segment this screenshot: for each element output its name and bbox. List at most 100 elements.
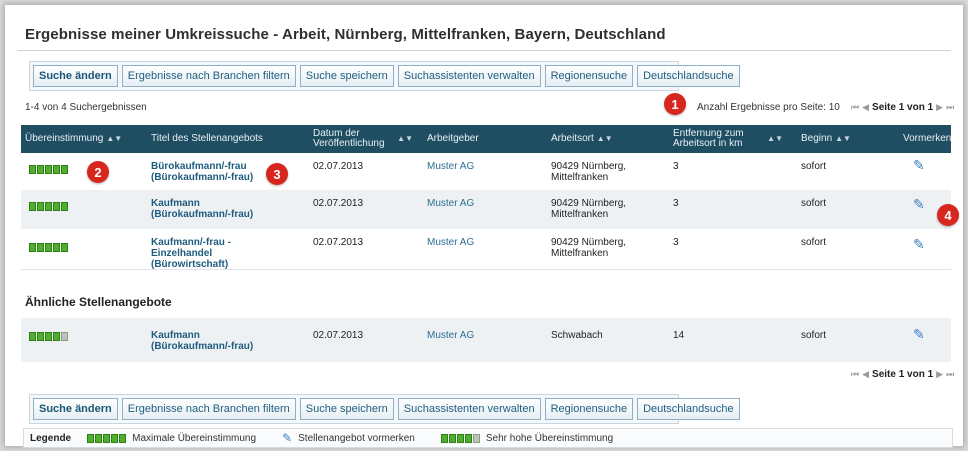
prev-page-icon[interactable]: ◀ [862, 102, 869, 113]
germany-search-button[interactable]: Deutschlandsuche [637, 398, 740, 420]
match-bar [29, 202, 36, 211]
region-search-button[interactable]: Regionensuche [544, 398, 634, 420]
header-location[interactable]: Arbeitsort ▲▼ [551, 125, 613, 153]
last-page-icon[interactable]: ⏭ [946, 369, 954, 380]
pager-top: ⏮ ◀ Seite 1 von 1 ▶ ⏭ [851, 102, 954, 113]
distance-km: 14 [673, 330, 685, 341]
employer-link[interactable]: Muster AG [427, 161, 474, 172]
manage-search-assistants-button[interactable]: Suchassistenten verwalten [397, 398, 541, 420]
start-date: sofort [801, 198, 827, 209]
job-location: 90429 Nürnberg, Mittelfranken [551, 198, 627, 220]
match-bar [87, 433, 95, 443]
start-date: sofort [801, 237, 827, 248]
match-bar-empty [472, 433, 480, 443]
match-bar [119, 433, 127, 443]
header-title: Titel des Stellenangebots [151, 125, 263, 153]
header-location-label: Arbeitsort [551, 133, 594, 144]
edit-search-button[interactable]: Suche ändern [33, 398, 118, 420]
sort-arrows-icon[interactable]: ▲▼ [397, 134, 413, 144]
legend-item-high-match: Sehr hohe Übereinstimmung [440, 432, 614, 444]
distance-km: 3 [673, 237, 679, 248]
toolbar-bottom: Suche ändern Ergebnisse nach Branchen fi… [33, 394, 740, 424]
match-bar [61, 202, 68, 211]
similar-jobs-heading: Ähnliche Stellenangebote [25, 295, 172, 309]
filter-by-industry-button[interactable]: Ergebnisse nach Branchen filtern [121, 65, 296, 87]
row-divider [21, 269, 951, 270]
sort-arrows-icon[interactable]: ▲▼ [835, 134, 851, 144]
save-search-button[interactable]: Suche speichern [299, 398, 394, 420]
pin-icon[interactable]: ✎ [913, 158, 925, 172]
header-date[interactable]: Datum der Veröffentlichung ▲▼ [313, 125, 413, 153]
header-bookmark-label: Vormerken [903, 133, 952, 144]
legend: Legende Maximale Übereinstimmung ✎ Stell… [23, 428, 953, 448]
legend-text: Sehr hohe Übereinstimmung [485, 432, 614, 444]
table-header: Übereinstimmung ▲▼ Titel des Stellenange… [21, 125, 951, 153]
match-bar [45, 332, 52, 341]
manage-search-assistants-button[interactable]: Suchassistenten verwalten [397, 65, 541, 87]
header-start-label: Beginn [801, 133, 833, 144]
results-count: 1-4 von 4 Suchergebnissen [25, 102, 147, 113]
header-distance-label: Entfernung zum Arbeitsort in km [673, 128, 744, 149]
match-bar [45, 165, 52, 174]
edit-search-button[interactable]: Suche ändern [33, 65, 118, 87]
header-match[interactable]: Übereinstimmung ▲▼ [25, 125, 122, 153]
legend-item-bookmark: ✎ Stellenangebot vormerken [282, 431, 415, 445]
table-row[interactable]: Bürokaufmann/-frau (Bürokaufmann/-frau) … [21, 153, 951, 190]
prev-page-icon[interactable]: ◀ [862, 369, 869, 380]
results-per-page[interactable]: Anzahl Ergebnisse pro Seite: 10 [697, 102, 840, 113]
legend-item-max-match: Maximale Übereinstimmung [87, 433, 256, 444]
legend-text: Maximale Übereinstimmung [132, 432, 257, 444]
header-distance[interactable]: Entfernung zum Arbeitsort in km ▲▼ [673, 125, 783, 153]
match-bar [53, 332, 60, 341]
job-title-link[interactable]: Kaufmann (Bürokaufmann/-frau) [151, 330, 271, 352]
match-bar [456, 433, 464, 443]
callout-marker-3: 3 [266, 163, 288, 185]
legend-label: Legende [30, 432, 72, 444]
first-page-icon[interactable]: ⏮ [851, 369, 859, 380]
job-location: 90429 Nürnberg, Mittelfranken [551, 237, 627, 259]
job-title-link[interactable]: Bürokaufmann/-frau (Bürokaufmann/-frau) [151, 161, 261, 183]
publication-date: 02.07.2013 [313, 161, 364, 172]
match-bar [61, 165, 68, 174]
title-divider [17, 50, 951, 51]
page-indicator: Seite 1 von 1 [872, 102, 934, 113]
header-employer-label: Arbeitgeber [427, 133, 479, 144]
start-date: sofort [801, 330, 827, 341]
table-row[interactable]: Kaufmann (Bürokaufmann/-frau) 02.07.2013… [21, 190, 951, 229]
sort-arrows-icon[interactable]: ▲▼ [106, 134, 122, 144]
callout-marker-4: 4 [937, 204, 959, 226]
job-title-link[interactable]: Kaufmann/-frau - Einzelhandel (Bürowirts… [151, 237, 291, 270]
match-rating [440, 433, 480, 443]
table-row[interactable]: Kaufmann (Bürokaufmann/-frau) 02.07.2013… [21, 318, 951, 362]
sort-arrows-icon[interactable]: ▲▼ [767, 134, 783, 144]
publication-date: 02.07.2013 [313, 330, 364, 341]
employer-link[interactable]: Muster AG [427, 237, 474, 248]
region-search-button[interactable]: Regionensuche [544, 65, 634, 87]
filter-by-industry-button[interactable]: Ergebnisse nach Branchen filtern [121, 398, 296, 420]
first-page-icon[interactable]: ⏮ [851, 102, 859, 113]
match-bar [103, 433, 111, 443]
distance-km: 3 [673, 161, 679, 172]
match-bar [448, 433, 456, 443]
next-page-icon[interactable]: ▶ [936, 369, 943, 380]
distance-km: 3 [673, 198, 679, 209]
match-bar-empty [61, 332, 68, 341]
next-page-icon[interactable]: ▶ [936, 102, 943, 113]
germany-search-button[interactable]: Deutschlandsuche [637, 65, 740, 87]
pin-icon[interactable]: ✎ [913, 237, 925, 251]
save-search-button[interactable]: Suche speichern [299, 65, 394, 87]
match-rating [29, 202, 68, 211]
last-page-icon[interactable]: ⏭ [946, 102, 954, 113]
employer-link[interactable]: Muster AG [427, 330, 474, 341]
header-start[interactable]: Beginn ▲▼ [801, 125, 851, 153]
sort-arrows-icon[interactable]: ▲▼ [597, 134, 613, 144]
pin-icon[interactable]: ✎ [913, 197, 925, 211]
table-row[interactable]: Kaufmann/-frau - Einzelhandel (Bürowirts… [21, 229, 951, 270]
results-panel: Ergebnisse meiner Umkreissuche - Arbeit,… [4, 4, 964, 448]
pin-icon[interactable]: ✎ [913, 327, 925, 341]
callout-marker-2: 2 [87, 161, 109, 183]
match-bar [95, 433, 103, 443]
employer-link[interactable]: Muster AG [427, 198, 474, 209]
header-title-label: Titel des Stellenangebots [151, 133, 263, 144]
job-title-link[interactable]: Kaufmann (Bürokaufmann/-frau) [151, 198, 271, 220]
